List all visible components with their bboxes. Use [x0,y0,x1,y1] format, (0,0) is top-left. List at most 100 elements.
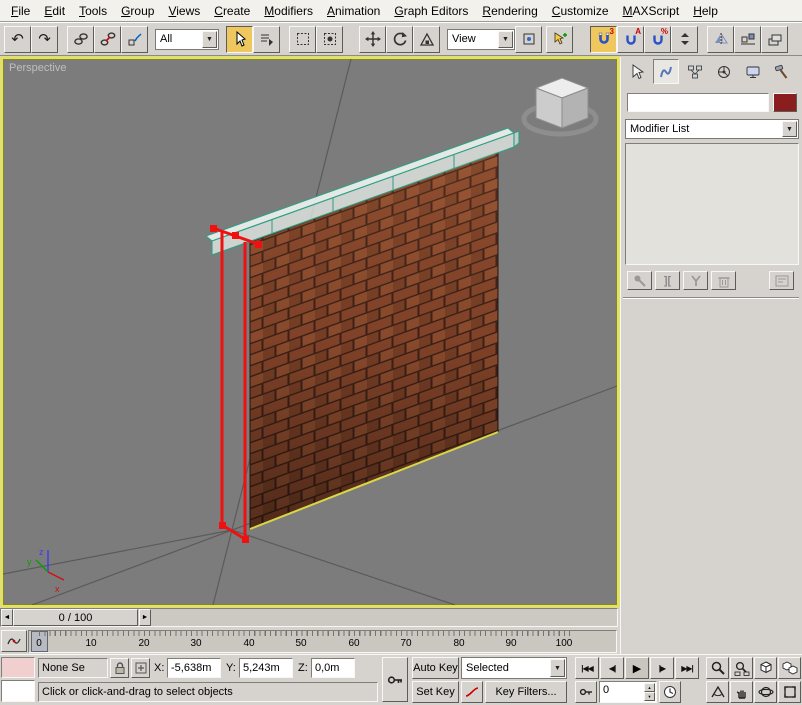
prompt-line: Click or click-and-drag to select object… [38,682,378,702]
key-mode-dropdown[interactable]: Selected ▼ [461,657,567,679]
select-and-rotate-button[interactable] [386,26,413,53]
spinner-snap-button[interactable] [671,26,698,53]
tab-create[interactable] [624,59,650,84]
configure-modifier-sets-button[interactable] [769,271,794,290]
goto-start-icon: |◀◀ [581,664,593,673]
menu-rendering[interactable]: Rendering [475,1,544,21]
show-end-result-button[interactable]: ][ [655,271,680,290]
absolute-mode-button[interactable] [131,658,150,678]
menu-create[interactable]: Create [207,1,257,21]
menu-maxscript[interactable]: MAXScript [616,1,687,21]
coord-system-arrow[interactable]: ▼ [498,31,513,48]
tab-modify[interactable] [653,59,679,84]
select-and-move-button[interactable] [359,26,386,53]
remove-modifier-button[interactable] [711,271,736,290]
trackbar-ruler[interactable]: 0 10 20 30 40 50 60 70 80 90 100 [28,630,617,653]
selection-region-button[interactable] [289,26,316,53]
reference-coordinate-dropdown[interactable]: View ▼ [447,29,515,50]
current-frame-field[interactable]: ▲▼ [599,681,657,703]
next-frame-icon: |▶ [659,664,665,673]
align-button[interactable] [734,26,761,53]
previous-frame-button[interactable]: ◀| [600,657,624,679]
mini-curve-editor-button[interactable] [1,630,27,652]
time-configuration-button[interactable] [659,681,681,703]
select-by-name-button[interactable] [253,26,280,53]
viewport-perspective[interactable]: z y x Perspective [1,57,619,607]
object-name-field[interactable] [627,93,769,112]
default-tangent-button[interactable] [461,681,483,703]
key-mode-toggle-button[interactable] [575,681,597,703]
set-key-button[interactable]: Set Key [412,681,459,703]
viewport-label[interactable]: Perspective [9,62,66,74]
menu-tools[interactable]: Tools [72,1,114,21]
maxscript-mini-listener-white[interactable] [1,680,35,702]
set-keys-button[interactable] [382,657,408,702]
tab-hierarchy[interactable] [682,59,708,84]
key-filters-button[interactable]: Key Filters... [485,681,567,703]
zoom-extents-all-button[interactable] [778,657,801,679]
modifier-list-arrow[interactable]: ▼ [782,121,797,137]
play-button[interactable]: ▶ [625,657,649,679]
zoom-all-button[interactable] [730,657,753,679]
menu-modifiers[interactable]: Modifiers [257,1,320,21]
next-frame-button[interactable]: |▶ [650,657,674,679]
select-and-link-button[interactable] [67,26,94,53]
modifier-stack-list[interactable] [625,143,799,265]
trackbar-tick-label: 80 [453,638,464,649]
select-and-manipulate-button[interactable] [546,26,573,53]
select-object-button[interactable] [226,26,253,53]
auto-key-button[interactable]: Auto Key [412,657,459,679]
pan-button[interactable] [730,681,753,703]
viewport-canvas[interactable]: z y x [3,59,617,605]
selection-lock-button[interactable] [110,658,129,678]
arc-rotate-button[interactable] [754,681,777,703]
undo-button[interactable]: ↶ [4,26,31,53]
menu-group[interactable]: Group [114,1,161,21]
menu-customize[interactable]: Customize [545,1,616,21]
time-slider-button[interactable]: 0 / 100 [13,609,138,626]
viewcube-widget[interactable] [524,78,596,134]
tab-motion[interactable] [711,59,737,84]
maximize-viewport-button[interactable] [778,681,801,703]
time-slider-prev-arrow[interactable]: ◄ [1,609,13,626]
menu-graph-editors[interactable]: Graph Editors [387,1,475,21]
make-unique-button[interactable] [683,271,708,290]
layer-manager-button[interactable] [761,26,788,53]
goto-start-button[interactable]: |◀◀ [575,657,599,679]
menu-file[interactable]: File [4,1,37,21]
tab-display[interactable] [740,59,766,84]
spinner-down-button[interactable]: ▼ [644,692,655,701]
field-of-view-button[interactable] [706,681,729,703]
redo-button[interactable]: ↷ [31,26,58,53]
menu-edit[interactable]: Edit [37,1,72,21]
angle-snap-button[interactable]: A [617,26,644,53]
time-slider-next-arrow[interactable]: ► [139,609,151,626]
zoom-extents-button[interactable] [754,657,777,679]
maxscript-mini-listener-pink[interactable] [1,657,35,678]
coord-x-field[interactable]: -5,638m [167,658,221,678]
modifier-list-dropdown[interactable]: Modifier List ▼ [625,119,799,139]
percent-snap-button[interactable]: % [644,26,671,53]
unlink-selection-button[interactable] [94,26,121,53]
object-name-input[interactable] [628,94,768,106]
selection-filter-dropdown[interactable]: All ▼ [155,29,219,50]
goto-end-button[interactable]: ▶▶| [675,657,699,679]
use-pivot-center-button[interactable] [515,26,542,53]
pin-stack-button[interactable] [627,271,652,290]
coord-z-field[interactable]: 0,0m [311,658,355,678]
zoom-button[interactable] [706,657,729,679]
tab-utilities[interactable] [769,59,795,84]
selection-filter-arrow[interactable]: ▼ [202,31,217,48]
menu-views[interactable]: Views [161,1,207,21]
mirror-button[interactable] [707,26,734,53]
coord-y-field[interactable]: 5,243m [239,658,293,678]
menu-help[interactable]: Help [686,1,725,21]
window-crossing-button[interactable] [316,26,343,53]
object-color-swatch[interactable] [773,93,797,112]
select-and-scale-button[interactable] [413,26,440,53]
menu-animation[interactable]: Animation [320,1,387,21]
key-mode-arrow[interactable]: ▼ [550,659,565,677]
bind-to-spacewarp-button[interactable] [121,26,148,53]
spinner-up-button[interactable]: ▲ [644,683,655,692]
snaps-toggle-button[interactable]: 3 [590,26,617,53]
